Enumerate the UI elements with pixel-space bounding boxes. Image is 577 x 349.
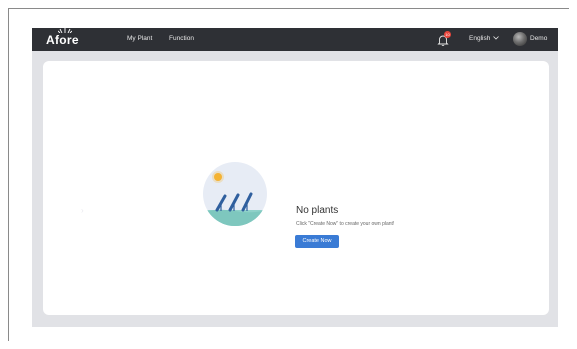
afore-logo[interactable]: Afore <box>46 28 79 47</box>
empty-state-description: Click "Create Now" to create your own pl… <box>296 221 395 227</box>
logo-sun-rays-icon <box>58 28 72 33</box>
nav-function[interactable]: Function <box>169 34 194 44</box>
create-now-button[interactable]: Create Now <box>295 235 339 248</box>
user-avatar[interactable] <box>513 32 527 46</box>
user-name[interactable]: Demo <box>530 34 547 44</box>
chevron-down-icon <box>493 34 500 44</box>
solar-plant-illustration <box>203 162 267 226</box>
notifications-button[interactable]: 10 <box>436 31 451 47</box>
app-container: Afore My Plant Function 10 English Demo … <box>32 28 558 327</box>
collapse-handle-icon[interactable]: › <box>81 207 87 215</box>
nav-my-plant[interactable]: My Plant <box>127 34 152 44</box>
logo-text: Afore <box>46 33 79 47</box>
main-content-card: › No plants Click "Create Now" to create… <box>43 61 549 315</box>
top-navigation-bar: Afore My Plant Function 10 English Demo <box>32 28 558 51</box>
language-label: English <box>469 35 491 42</box>
language-selector[interactable]: English <box>469 34 500 44</box>
notification-badge: 10 <box>444 31 451 38</box>
empty-state-title: No plants <box>296 205 339 216</box>
